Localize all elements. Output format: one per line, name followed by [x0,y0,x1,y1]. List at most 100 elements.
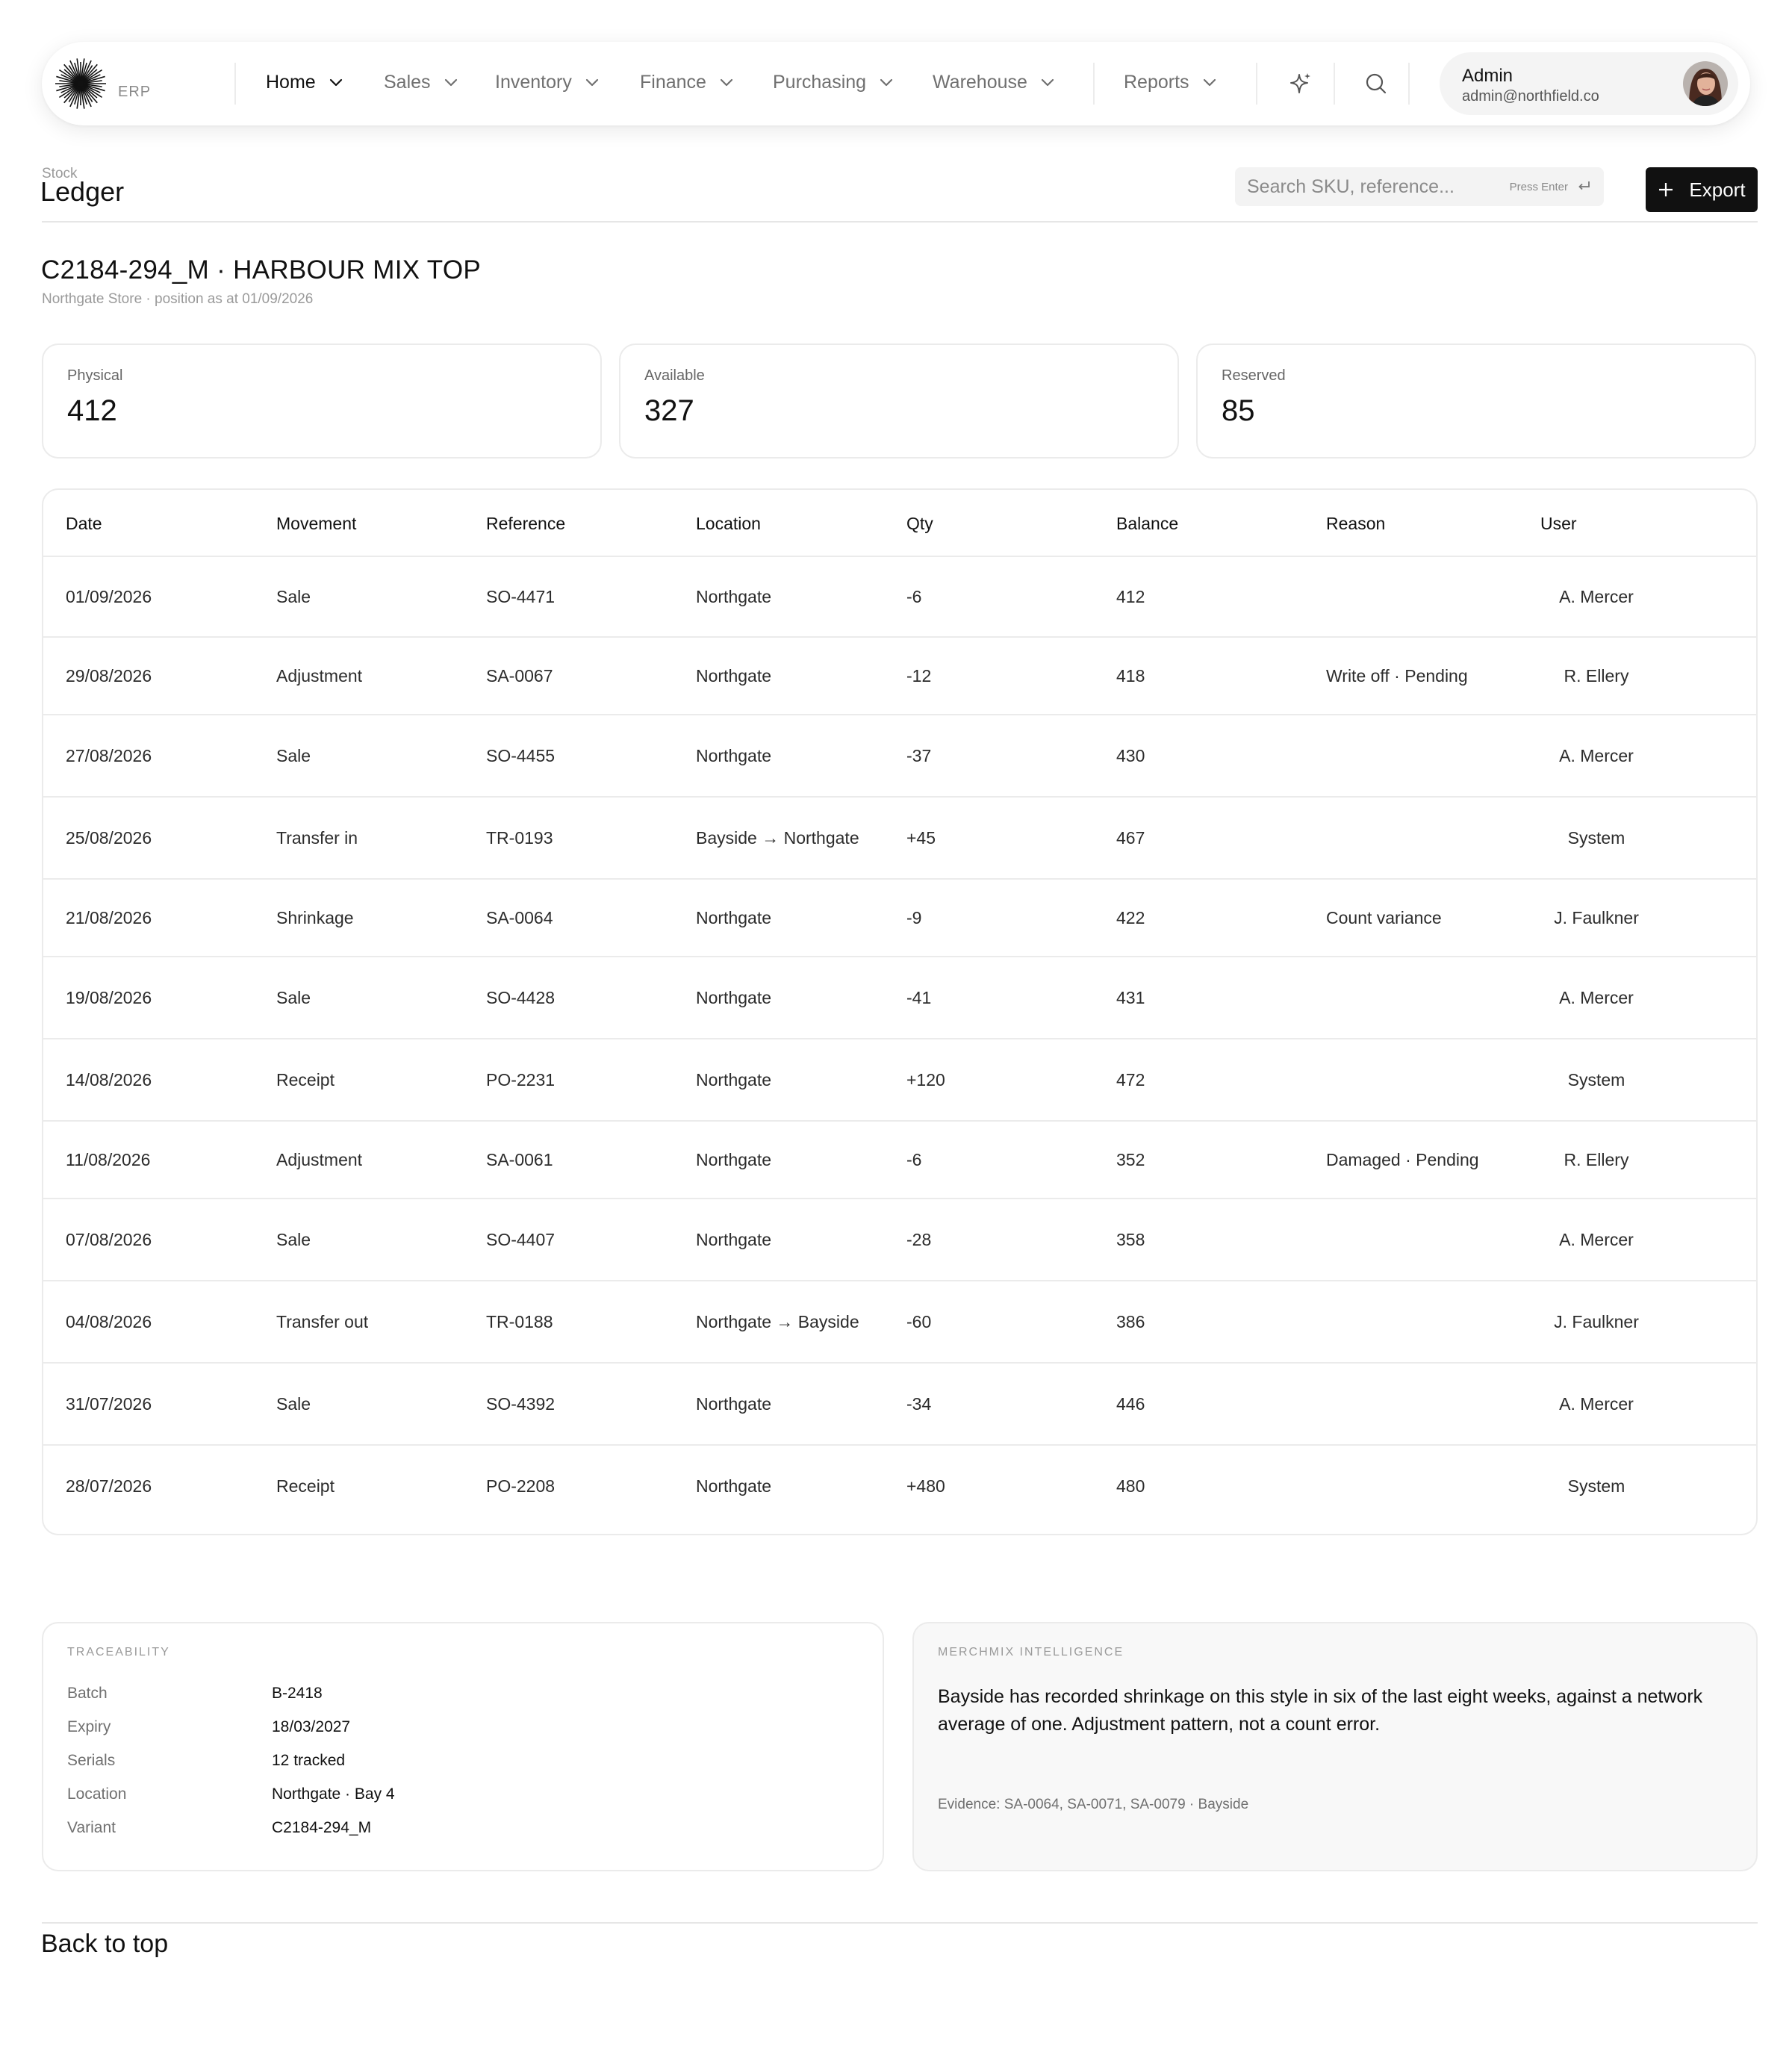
nav-item-home[interactable]: Home [266,72,343,93]
intelligence-evidence: Evidence: SA-0064, SA-0071, SA-0079 · Ba… [938,1797,1249,1812]
nav-item-label: Finance [640,72,706,93]
cell-date: 19/08/2026 [66,988,152,1007]
column-header-user[interactable]: User [1540,514,1577,534]
cell-location: Northgate [696,746,772,765]
back-to-top-link[interactable]: Back to top [41,1930,168,1959]
stat-card-reserved: Reserved 85 [1196,344,1756,459]
panel-eyebrow: MERCHMIX INTELLIGENCE [938,1646,1124,1659]
table-row[interactable]: 27/08/2026 Sale SO-4455 Northgate -37 430 A. M… [43,715,1756,798]
table-row[interactable]: 28/07/2026 Receipt PO-2208 Northgate +480 480… [43,1446,1756,1528]
column-header-qty[interactable]: Qty [906,514,933,534]
cell-movement: Adjustment [276,666,363,686]
stat-label: Available [644,367,705,384]
table-row[interactable]: 14/08/2026 Receipt PO-2231 Northgate +120 472… [43,1039,1756,1122]
column-header-balance[interactable]: Balance [1116,514,1178,534]
account-name: Admin [1462,66,1513,86]
cell-balance: 480 [1116,1476,1145,1496]
column-header-reason[interactable]: Reason [1326,514,1385,534]
ai-assistant-button[interactable] [1284,67,1317,100]
nav-item-label: Inventory [495,72,572,93]
cell-location: Northgate [696,1230,772,1249]
nav-divider [1256,63,1257,105]
nav-item-reports[interactable]: Reports [1124,72,1216,93]
nav-item-inventory[interactable]: Inventory [495,72,599,93]
table-row[interactable]: 31/07/2026 Sale SO-4392 Northgate -34 446 A. M… [43,1364,1756,1446]
item-subtitle: Northgate Store · position as at 01/09/2… [42,291,314,307]
account-email: admin@northfield.co [1462,88,1599,105]
table-row[interactable]: 04/08/2026 Transfer out TR-0188 Northgate →… [43,1281,1756,1364]
table-row[interactable]: 19/08/2026 Sale SO-4428 Northgate -41 431 A. M… [43,957,1756,1039]
nav-item-purchasing[interactable]: Purchasing [773,72,893,93]
column-header-date[interactable]: Date [66,514,102,534]
cell-date: 07/08/2026 [66,1230,152,1249]
cell-location: Northgate [696,908,772,927]
cell-qty: -60 [906,1312,932,1331]
sunburst-logo-icon[interactable] [54,57,108,111]
nav-item-finance[interactable]: Finance [640,72,733,93]
account-menu[interactable]: Admin admin@northfield.co [1440,52,1738,115]
enter-key-icon [1578,181,1590,190]
column-header-location[interactable]: Location [696,514,761,534]
nav-item-label: Purchasing [773,72,867,93]
page-title: Ledger [40,176,125,207]
trace-key: Serials [67,1752,116,1769]
cell-user: A. Mercer [1559,988,1634,1007]
nav-item-sales[interactable]: Sales [384,72,458,93]
cell-qty: -37 [906,746,932,765]
column-header-reference[interactable]: Reference [486,514,565,534]
chevron-down-icon [1041,78,1054,86]
nav-divider [234,63,236,105]
cell-balance: 472 [1116,1070,1145,1089]
nav-item-label: Reports [1124,72,1189,93]
export-button[interactable]: Export [1646,167,1758,212]
table-row[interactable]: 21/08/2026 Shrinkage SA-0064 Northgate -9 422… [43,880,1756,957]
cell-qty: -9 [906,908,922,927]
chevron-down-icon [444,78,457,86]
search-input[interactable]: Search SKU, reference... Press Enter [1235,167,1604,206]
cell-location: Northgate [696,988,772,1007]
cell-qty: -41 [906,988,932,1007]
cell-user: A. Mercer [1559,746,1634,765]
cell-date: 11/08/2026 [66,1150,151,1169]
cell-reference: TR-0193 [486,828,553,848]
trace-key: Batch [67,1685,108,1702]
stat-value: 412 [67,394,117,427]
chevron-down-icon [585,78,598,86]
cell-balance: 431 [1116,988,1145,1007]
table-row[interactable]: 29/08/2026 Adjustment SA-0067 Northgate -12 4… [43,638,1756,715]
nav-item-warehouse[interactable]: Warehouse [933,72,1054,93]
cell-reference: SO-4392 [486,1394,556,1414]
chevron-down-icon [329,78,342,86]
header-divider [42,221,1758,223]
cell-date: 25/08/2026 [66,828,152,848]
cell-reference: SO-4455 [486,746,556,765]
cell-reason: Write off · Pending [1326,666,1468,686]
cell-qty: +480 [906,1476,945,1496]
avatar[interactable] [1683,61,1728,106]
chevron-down-icon [1203,78,1216,86]
table-row[interactable]: 11/08/2026 Adjustment SA-0061 Northgate -6 35… [43,1122,1756,1199]
cell-location: Northgate [696,1150,772,1169]
stat-card-physical: Physical 412 [42,344,602,459]
cell-movement: Sale [276,1394,311,1414]
cell-user: J. Faulkner [1554,908,1639,927]
table-row[interactable]: 01/09/2026 Sale SO-4471 Northgate -6 412 A. Me… [43,557,1756,638]
cell-balance: 418 [1116,666,1145,686]
ledger-table: Date Movement Reference Location Qty Balance R… [42,488,1758,1535]
trace-value: C2184-294_M [272,1819,372,1836]
sparkle-icon [1290,73,1310,93]
plus-icon [1659,183,1673,196]
table-row[interactable]: 25/08/2026 Transfer in TR-0193 Bayside → No… [43,798,1756,880]
global-search-button[interactable] [1360,67,1393,100]
column-header-movement[interactable]: Movement [276,514,356,534]
cell-movement: Adjustment [276,1150,363,1169]
cell-reference: PO-2231 [486,1070,556,1089]
cell-balance: 412 [1116,587,1145,606]
table-row[interactable]: 07/08/2026 Sale SO-4407 Northgate -28 358 A. M… [43,1199,1756,1281]
stat-value: 85 [1222,394,1255,427]
nav-item-label: Home [266,72,316,93]
cell-location: Northgate [696,666,772,686]
cell-date: 27/08/2026 [66,746,152,765]
cell-user: System [1567,1070,1625,1089]
cell-balance: 352 [1116,1150,1145,1169]
